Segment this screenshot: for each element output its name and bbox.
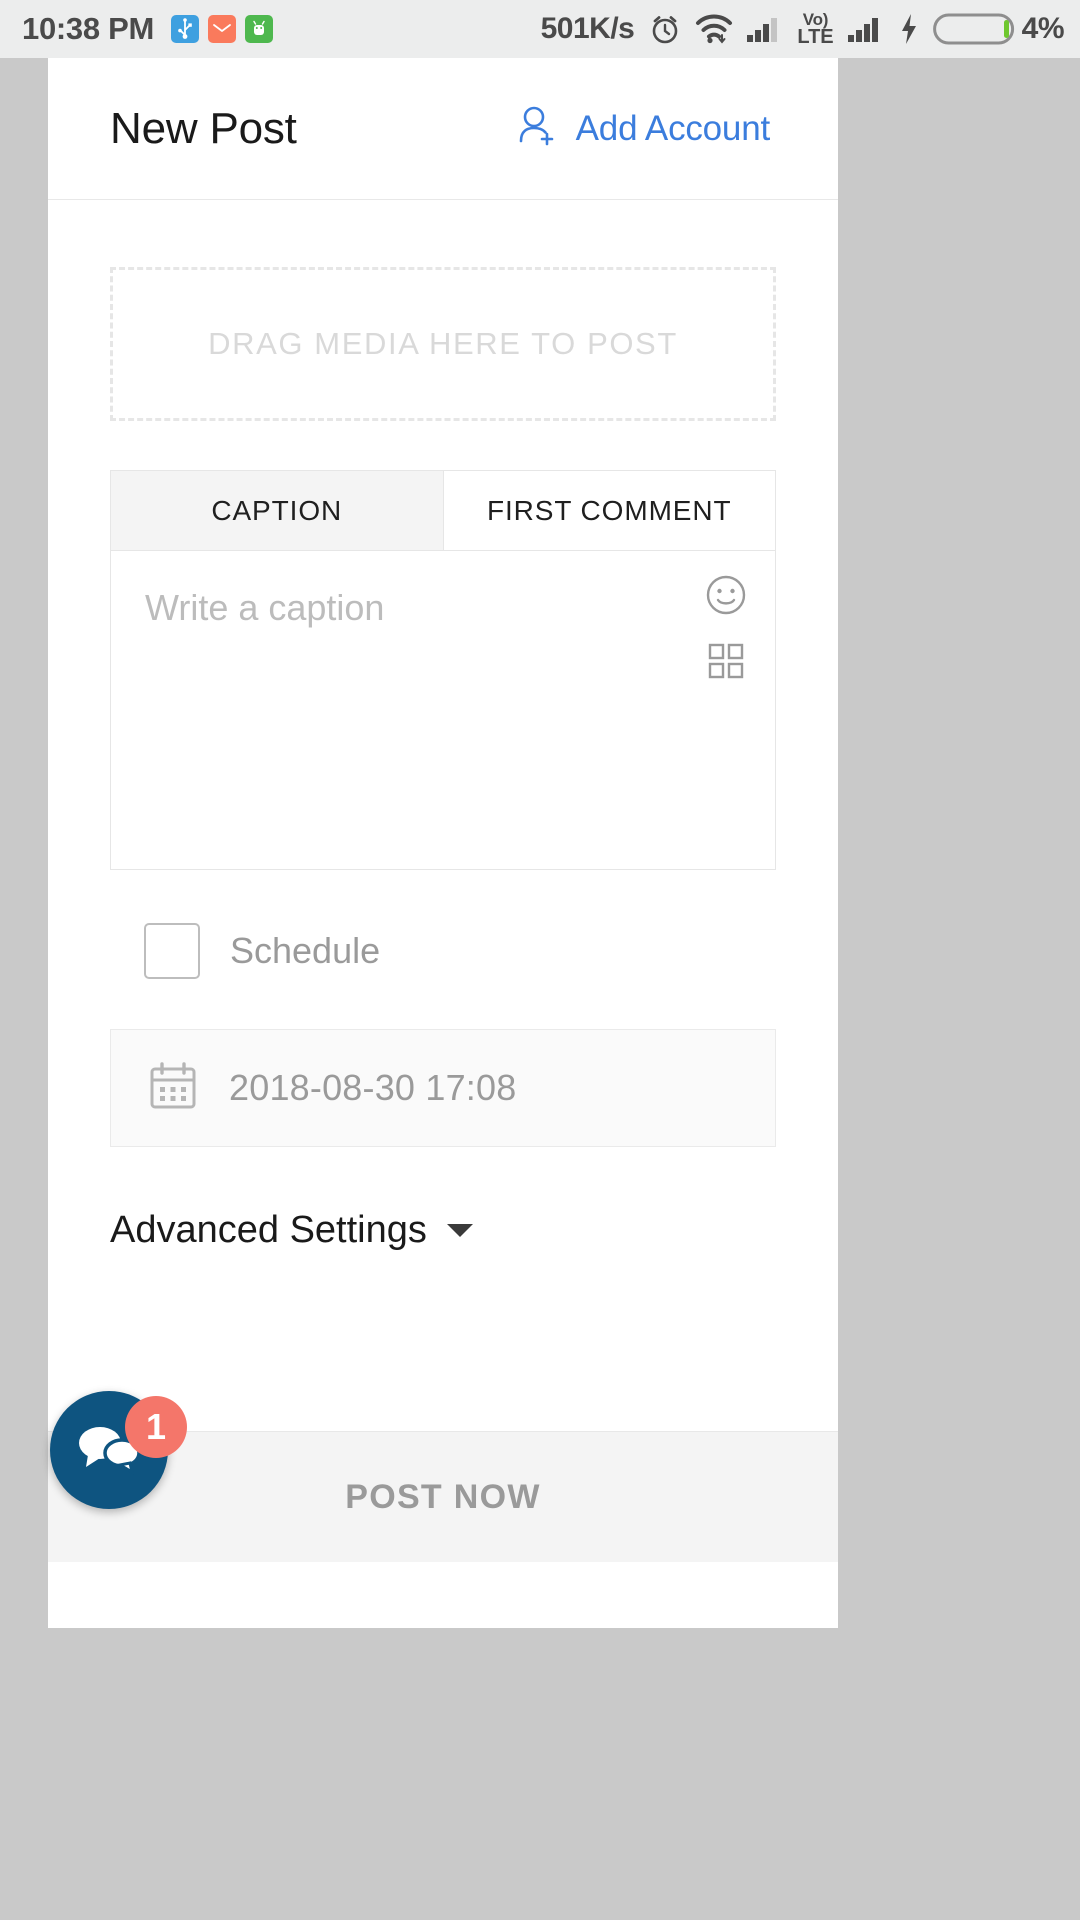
advanced-settings-label: Advanced Settings <box>110 1209 427 1251</box>
page-title: New Post <box>110 103 297 153</box>
status-left-icons <box>171 15 273 43</box>
battery-percent-label: 4% <box>1021 12 1065 45</box>
right-background-strip <box>838 58 1080 1920</box>
media-dropzone[interactable]: DRAG MEDIA HERE TO POST <box>110 267 776 421</box>
left-background-strip <box>0 58 48 1920</box>
network-speed-label: 501K/s <box>540 12 635 45</box>
tab-first-comment-label: FIRST COMMENT <box>486 494 732 526</box>
alarm-icon <box>648 12 682 46</box>
advanced-settings-toggle[interactable]: Advanced Settings <box>110 1209 776 1252</box>
grid-squares-icon[interactable] <box>704 639 748 683</box>
person-add-icon <box>514 103 560 154</box>
emoji-smiley-icon[interactable] <box>704 573 748 617</box>
schedule-datetime-value: 2018-08-30 17:08 <box>229 1067 517 1108</box>
add-account-label: Add Account <box>575 108 771 148</box>
chevron-down-icon <box>446 1224 473 1237</box>
caption-placeholder: Write a caption <box>145 587 385 628</box>
status-clock: 10:38 PM <box>22 11 154 46</box>
calendar-icon <box>147 1060 199 1117</box>
phone-screen: 10:38 PM 501K/s Vo) LTE 4% New Post Add … <box>0 0 1080 1920</box>
dropzone-label: DRAG MEDIA HERE TO POST <box>208 326 678 361</box>
wifi-icon <box>695 14 733 44</box>
caption-tools <box>704 573 748 683</box>
status-bar: 10:38 PM 501K/s Vo) LTE 4% <box>0 0 1080 58</box>
usb-icon <box>171 15 199 43</box>
app-window: New Post Add Account DRAG MEDIA HERE TO … <box>48 58 838 1628</box>
tab-caption-label: CAPTION <box>211 494 343 526</box>
schedule-datetime-field[interactable]: 2018-08-30 17:08 <box>110 1029 776 1147</box>
composer-tabs: CAPTION FIRST COMMENT <box>110 470 776 550</box>
signal-icon <box>746 15 784 43</box>
status-right-icons: 501K/s Vo) LTE 4% <box>540 9 1065 48</box>
schedule-row[interactable]: Schedule <box>110 923 776 979</box>
chat-badge-count: 1 <box>125 1396 187 1458</box>
signal2-icon <box>847 15 885 43</box>
post-now-label: POST NOW <box>345 1477 541 1516</box>
app-bar: New Post Add Account <box>48 58 838 200</box>
charging-bolt-icon <box>898 12 920 46</box>
tab-first-comment[interactable]: FIRST COMMENT <box>443 471 775 550</box>
caption-textarea[interactable]: Write a caption <box>110 550 776 870</box>
add-account-button[interactable]: Add Account <box>514 103 770 154</box>
battery-icon <box>932 11 1015 47</box>
schedule-label: Schedule <box>230 930 381 971</box>
android-icon <box>245 15 273 43</box>
schedule-checkbox[interactable] <box>144 923 200 979</box>
mail-icon <box>208 15 236 43</box>
tab-caption[interactable]: CAPTION <box>111 471 444 550</box>
volte-icon: Vo) LTE <box>797 9 834 48</box>
